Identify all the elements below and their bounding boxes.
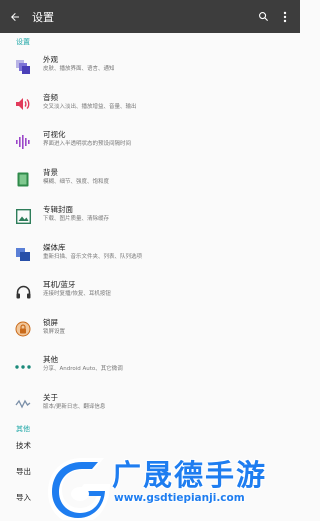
arrow-back-icon (11, 12, 19, 21)
watermark: 广晟德手游 www.gsdtiepianji.com (40, 448, 302, 521)
item-subtitle: 重新扫描、音乐文件夹、列表、队列选项 (43, 253, 143, 260)
settings-item-background[interactable]: 背景 模糊、细节、强度、饱和度 (0, 161, 300, 199)
item-title: 外观 (43, 55, 58, 64)
watermark-logo-icon (48, 458, 110, 520)
item-subtitle: 锁屏设置 (43, 328, 66, 335)
settings-item-about[interactable]: 关于 版本/更新日志、翻译信息 (0, 386, 300, 424)
search-button[interactable] (252, 0, 274, 33)
item-subtitle: 分享、Android Auto、其它微调 (43, 366, 123, 372)
settings-item-album-art[interactable]: 专辑封面 下载、图片质量、清除缓存 (0, 198, 300, 236)
section-header-settings: 设置 (16, 38, 30, 46)
item-title: 媒体库 (43, 242, 66, 252)
album-art-icon (14, 208, 32, 226)
appearance-icon (14, 58, 32, 76)
item-subtitle: 模糊、细节、强度、饱和度 (43, 178, 110, 185)
overflow-menu-button[interactable] (274, 0, 296, 33)
library-icon (14, 245, 32, 263)
more-vert-icon (283, 11, 287, 22)
item-title: 耳机/蓝牙 (43, 280, 76, 289)
settings-item-headphones[interactable]: 耳机/蓝牙 连接时复播/恢复、耳机按钮 (0, 273, 300, 311)
item-title: 音频 (43, 92, 58, 102)
background-icon (14, 170, 32, 188)
settings-item-library[interactable]: 媒体库 重新扫描、音乐文件夹、列表、队列选项 (0, 236, 300, 274)
item-title: 可视化 (43, 130, 66, 139)
settings-item-audio[interactable]: 音频 交叉淡入淡出、播放增益、音量、输出 (0, 86, 300, 124)
visualization-icon (14, 133, 32, 151)
item-title: 关于 (43, 392, 58, 402)
about-icon (14, 395, 32, 413)
watermark-url: www.gsdtiepianji.com (114, 492, 245, 504)
settings-item-appearance[interactable]: 外观 皮肤、播放界面、语言、通知 (0, 48, 300, 86)
search-icon (258, 12, 268, 22)
item-subtitle: 皮肤、播放界面、语言、通知 (43, 66, 115, 72)
item-title: 专辑封面 (43, 205, 73, 214)
headphones-icon (14, 283, 32, 301)
settings-item-more[interactable]: 其他 分享、Android Auto、其它微调 (0, 348, 300, 386)
item-subtitle: 版本/更新日志、翻译信息 (43, 403, 106, 410)
item-subtitle: 交叉淡入淡出、播放增益、音量、输出 (43, 103, 137, 110)
item-title: 锁屏 (43, 317, 58, 327)
audio-icon (14, 95, 32, 113)
page-title: 设置 (32, 10, 54, 24)
back-button[interactable] (0, 0, 30, 33)
settings-list: 外观 皮肤、播放界面、语言、通知 音频 交叉淡入淡出、播放增益、音量、输出 可视… (0, 48, 300, 423)
lockscreen-icon (14, 320, 32, 338)
settings-item-lockscreen[interactable]: 锁屏 锁屏设置 (0, 311, 300, 349)
app-bar: 设置 (0, 0, 300, 33)
item-title: 其他 (43, 355, 58, 364)
settings-item-visualization[interactable]: 可视化 界面进入半透明状态的预设间隔时间 (0, 123, 300, 161)
item-title: 背景 (43, 167, 58, 177)
more-icon (14, 358, 32, 376)
item-subtitle: 界面进入半透明状态的预设间隔时间 (43, 141, 132, 147)
item-subtitle: 连接时复播/恢复、耳机按钮 (43, 291, 111, 297)
watermark-brand: 广晟德手游 (112, 458, 268, 492)
item-subtitle: 下载、图片质量、清除缓存 (43, 216, 110, 222)
